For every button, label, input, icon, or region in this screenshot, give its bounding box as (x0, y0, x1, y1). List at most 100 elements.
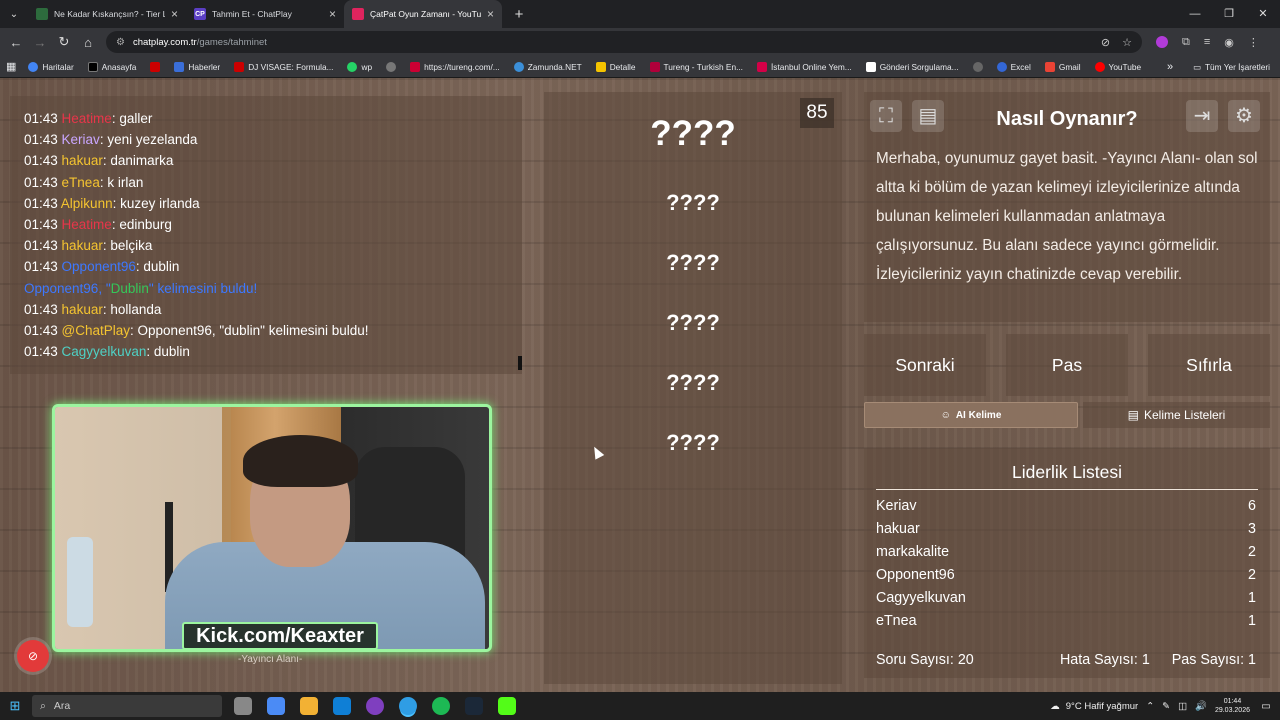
chat-panel: 01:43 Heatime: galler 01:43 Keriav: yeni … (10, 96, 522, 374)
chat-username[interactable]: hakuar (62, 238, 103, 253)
apps-grid-icon[interactable]: ▦ (6, 60, 16, 73)
tab-tier-list[interactable]: Ne Kadar Kıskançsın? - Tier List × (28, 0, 186, 28)
chat-username[interactable]: Alpikunn (61, 196, 113, 211)
bookmark-item[interactable]: İstanbul Online Yem... (756, 61, 852, 72)
close-icon[interactable]: × (171, 7, 178, 21)
word-lists-button[interactable]: ▤ Kelime Listeleri (1083, 402, 1270, 428)
media-queue-icon[interactable]: ≡ (1204, 36, 1210, 48)
maps-icon (28, 61, 39, 72)
bookmark-item[interactable] (150, 61, 161, 72)
site-info-icon[interactable]: ⚙ (116, 37, 125, 48)
file-explorer-icon[interactable] (300, 697, 318, 715)
windows-start-icon[interactable]: ⊞ (0, 698, 30, 714)
chat-username[interactable]: @ChatPlay (62, 323, 130, 338)
task-view-icon[interactable] (234, 697, 252, 715)
discord-icon[interactable] (366, 697, 384, 715)
clock[interactable]: 01:44 29.03.2026 (1215, 697, 1250, 715)
bookmark-item[interactable]: Tureng - Turkish En... (649, 61, 743, 72)
copilot-icon[interactable] (267, 697, 285, 715)
url-field[interactable]: ⚙ chatplay.com.tr/games/tahminet ⊘ ☆ (106, 31, 1142, 53)
forward-icon[interactable]: → (28, 35, 52, 50)
youtube-icon (150, 61, 161, 72)
home-icon[interactable]: ⌂ (76, 35, 100, 50)
bookmark-item[interactable]: YouTube (1094, 61, 1141, 72)
chat-username[interactable]: Keriav (62, 132, 100, 147)
pen-icon[interactable]: ✎ (1162, 701, 1170, 712)
tray-chevron-icon[interactable]: ⌃ (1146, 701, 1154, 712)
close-icon[interactable]: × (487, 7, 494, 21)
eye-off-icon[interactable]: ⊘ (1101, 36, 1110, 49)
bookmark-item[interactable]: Haberler (174, 61, 220, 72)
robot-icon: ☺ (940, 409, 951, 421)
next-button[interactable]: Sonraki (864, 334, 986, 396)
chat-username[interactable]: Opponent96 (62, 259, 136, 274)
chat-time: 01:43 (24, 259, 62, 275)
chat-text: : dublin (146, 344, 190, 360)
leaderboard-panel: Liderlik Listesi Keriav 6 hakuar 3 markakali… (864, 448, 1270, 678)
bookmark-star-icon[interactable]: ☆ (1122, 36, 1132, 49)
close-icon[interactable]: × (329, 7, 336, 21)
chat-message: 01:43 Cagyyelkuvan: dublin (24, 341, 508, 362)
kick-icon[interactable] (498, 697, 516, 715)
reload-icon[interactable]: ↻ (52, 34, 76, 50)
bookmark-item[interactable]: Gmail (1044, 61, 1081, 72)
chat-message: 01:43 hakuar: danimarka (24, 150, 508, 171)
steam-icon[interactable] (465, 697, 483, 715)
bookmark-item[interactable] (972, 61, 983, 72)
bookmark-item[interactable]: wp (347, 61, 372, 72)
bookmark-item[interactable]: Zamunda.NET (513, 61, 582, 72)
leaderboard-list[interactable]: Keriav 6 hakuar 3 markakalite 2 Opponent96 2 Cag… (876, 495, 1256, 637)
leaderboard-row: 2mirva 1 (876, 633, 1256, 637)
edge-icon[interactable] (333, 697, 351, 715)
bookmark-item[interactable]: DJ VISAGE: Formula... (234, 61, 333, 72)
notification-icon[interactable]: ▭ (1258, 701, 1274, 712)
chat-username[interactable]: hakuar (62, 153, 103, 168)
network-icon[interactable]: ◫ (1178, 701, 1187, 712)
chat-username[interactable]: Heatime (62, 111, 112, 126)
tab-chatplay[interactable]: CP Tahmin Et - ChatPlay × (186, 0, 344, 28)
minimize-icon[interactable]: — (1178, 0, 1212, 28)
bookmark-item[interactable]: https://tureng.com/... (410, 61, 500, 72)
bookmark-item[interactable]: Anasayfa (87, 61, 136, 72)
tab-youtube[interactable]: ÇatPat Oyun Zamanı - YouTube × (344, 0, 502, 28)
extensions-puzzle-icon[interactable]: ⧉ (1182, 36, 1190, 49)
bookmarks-bar: ▦ Haritalar Anasayfa Haberler DJ VISAGE:… (0, 56, 1280, 78)
extension-icon[interactable] (1156, 36, 1168, 48)
volume-icon[interactable]: 🔊 (1195, 701, 1207, 712)
weather-widget[interactable]: ☁ 9°C Hafif yağmur (1050, 701, 1138, 712)
taskbar-search[interactable]: ⌕ Ara (32, 695, 222, 717)
leaderboard-row: hakuar 3 (876, 518, 1256, 541)
close-window-icon[interactable]: ✕ (1246, 0, 1280, 28)
new-tab-button[interactable]: + (508, 3, 530, 25)
more-bookmarks-chevron-icon[interactable]: » (1167, 61, 1173, 73)
back-icon[interactable]: ← (4, 35, 28, 50)
reset-button[interactable]: Sıfırla (1148, 334, 1270, 396)
exit-icon[interactable]: ⇥ (1186, 100, 1218, 132)
chat-text: : edinburg (111, 217, 172, 233)
all-bookmarks-folder[interactable]: ▭ Tüm Yer İşaretleri (1193, 62, 1270, 72)
chat-username[interactable]: eTnea (62, 175, 100, 190)
chat-username[interactable]: Cagyyelkuvan (62, 344, 147, 359)
bookmark-item[interactable]: Detalle (595, 61, 636, 72)
chat-username[interactable]: hakuar (62, 302, 103, 317)
chrome-icon[interactable] (399, 697, 417, 715)
chat-time: 01:43 (24, 153, 62, 169)
ai-word-button[interactable]: ☺ AI Kelime (864, 402, 1078, 428)
spotify-icon[interactable] (432, 697, 450, 715)
settings-gear-icon[interactable]: ⚙ (1228, 100, 1260, 132)
chat-scrollbar[interactable] (518, 356, 522, 370)
profile-avatar-icon[interactable]: ◉ (1224, 36, 1234, 49)
chat-message: 01:43 Heatime: galler (24, 108, 508, 129)
chat-username[interactable]: Heatime (62, 217, 112, 232)
restore-icon[interactable]: ❐ (1212, 0, 1246, 28)
more-menu-icon[interactable]: ⋮ (1248, 36, 1259, 49)
pass-button[interactable]: Pas (1006, 334, 1128, 396)
folder-icon: ▭ (1193, 62, 1201, 72)
bookmark-item[interactable]: Haritalar (28, 61, 74, 72)
tab-search-chevron-icon[interactable]: ⌄ (0, 0, 28, 28)
bookmark-item[interactable]: Excel (996, 61, 1031, 72)
bookmark-item[interactable]: Gönderi Sorgulama... (865, 61, 959, 72)
gmail-icon (1044, 61, 1055, 72)
bookmark-item[interactable] (386, 61, 397, 72)
record-button[interactable]: ⊘ (17, 640, 49, 672)
